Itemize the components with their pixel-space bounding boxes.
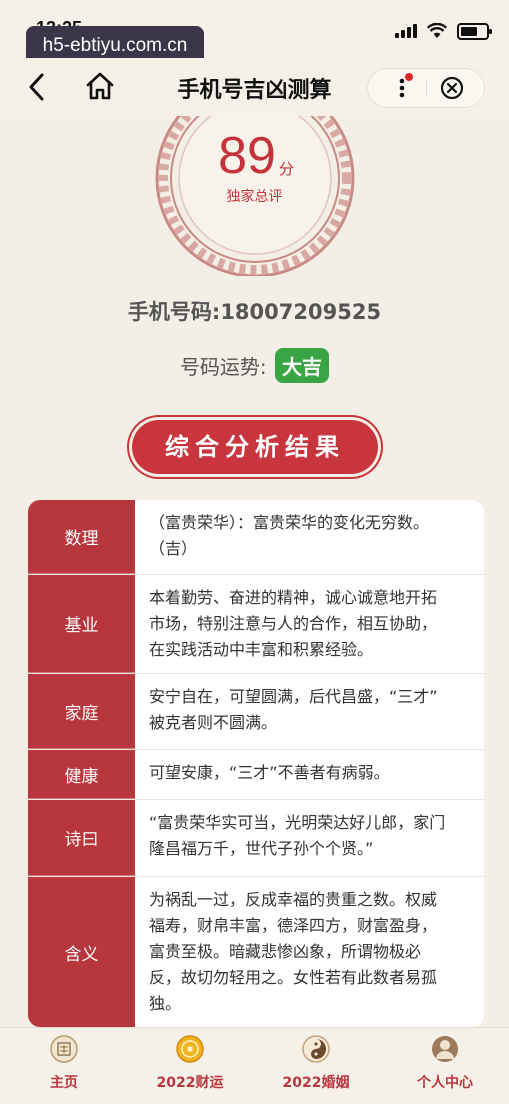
row-value: 安宁自在，可望圆满，后代昌盛，“三才” 被克者则不圆满。	[149, 687, 438, 732]
row-value: （富贵荣华）：富贵荣华的变化无穷数。 （吉）	[149, 513, 430, 558]
tab-home[interactable]: 主页	[4, 1034, 124, 1092]
fortune-line: 号码运势: 大吉	[0, 348, 509, 383]
row-value: 本着勤劳、奋进的精神，诚心诚意地开拓 市场，特别注意与人的合作，相互协助， 在实…	[149, 588, 438, 659]
score-unit: 分	[278, 161, 294, 178]
tab-wealth[interactable]: 2022财运	[130, 1034, 250, 1092]
row-label: 健康	[28, 750, 135, 799]
menu-capsule	[367, 68, 485, 108]
battery-icon	[457, 22, 492, 40]
table-row: 基业 本着勤劳、奋进的精神，诚心诚意地开拓 市场，特别注意与人的合作，相互协助，…	[28, 575, 484, 674]
table-row: 诗曰 “富贵荣华实可当，光明荣达好儿郎，家门 隆昌福万千，世代子孙个个贤。”	[28, 800, 484, 877]
row-label: 数理	[28, 500, 135, 574]
score-number: 89	[218, 127, 276, 185]
status-icons	[395, 22, 492, 40]
row-label: 家庭	[28, 674, 135, 749]
row-label: 含义	[28, 877, 135, 1027]
score-caption: 独家总评	[226, 189, 283, 205]
wifi-icon	[427, 23, 447, 38]
row-value: 可望安康，“三才”不善者有病弱。	[149, 763, 390, 782]
table-row: 含义 为祸乱一过，反成幸福的贵重之数。权威 福寿，财帛丰富，德泽四方，财富盈身，…	[28, 877, 484, 1027]
tab-label: 2022婚姻	[282, 1075, 350, 1091]
row-value: “富贵荣华实可当，光明荣达好儿郎，家门 隆昌福万千，世代子孙个个贤。”	[149, 813, 446, 858]
user-icon	[432, 1036, 458, 1062]
tab-label: 个人中心	[417, 1075, 473, 1091]
section-title: 综合分析结果	[132, 420, 378, 474]
capsule-divider	[426, 79, 427, 97]
tab-profile[interactable]: 个人中心	[385, 1034, 505, 1092]
fortune-label: 号码运势:	[179, 355, 267, 379]
table-row: 健康 可望安康，“三才”不善者有病弱。	[28, 750, 484, 800]
close-icon[interactable]	[440, 76, 464, 100]
score-seal: 89 分 独家总评	[0, 116, 509, 276]
row-value: 为祸乱一过，反成幸福的贵重之数。权威 福寿，财帛丰富，德泽四方，财富盈身， 富贵…	[149, 890, 438, 1013]
tab-label: 主页	[50, 1075, 78, 1091]
row-label: 基业	[28, 575, 135, 673]
yin-yang-icon	[302, 1035, 330, 1063]
score-value: 89 分	[0, 126, 509, 186]
nav-bar: 手机号吉凶测算	[0, 58, 509, 116]
home-seal-icon	[50, 1035, 78, 1063]
notification-dot	[405, 73, 413, 81]
tab-label: 2022财运	[156, 1075, 224, 1091]
table-row: 数理 （富贵荣华）：富贵荣华的变化无穷数。 （吉）	[28, 500, 484, 575]
coin-icon	[176, 1035, 204, 1063]
signal-icon	[395, 24, 417, 38]
result-table: 数理 （富贵荣华）：富贵荣华的变化无穷数。 （吉） 基业 本着勤劳、奋进的精神，…	[28, 500, 484, 1027]
row-label: 诗曰	[28, 800, 135, 876]
fortune-badge: 大吉	[275, 348, 330, 383]
table-row: 家庭 安宁自在，可望圆满，后代昌盛，“三才” 被克者则不圆满。	[28, 674, 484, 750]
phone-number: 手机号码:18007209525	[127, 300, 382, 324]
tab-marriage[interactable]: 2022婚姻	[256, 1034, 376, 1092]
tab-bar: 主页 2022财运 2022婚姻 个人中心	[0, 1027, 509, 1104]
